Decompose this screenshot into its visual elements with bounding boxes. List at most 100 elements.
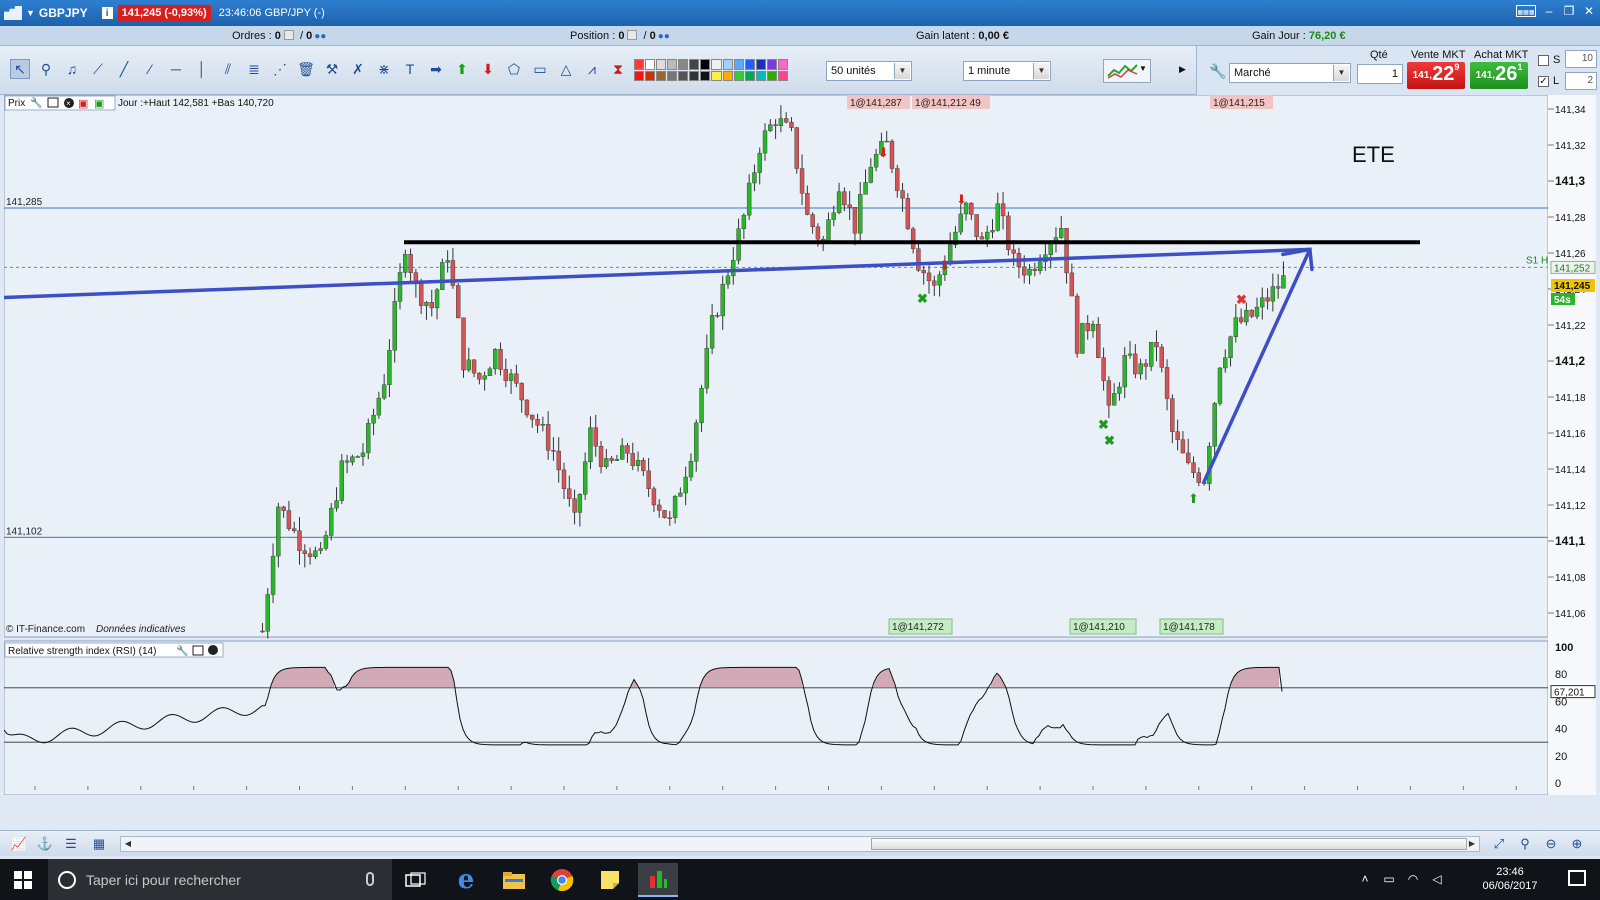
candle-body[interactable] bbox=[789, 121, 794, 128]
arrow-right-tool-icon[interactable]: ➡ bbox=[426, 59, 446, 79]
candle-body[interactable] bbox=[477, 372, 482, 380]
sticky-notes-icon[interactable] bbox=[590, 863, 630, 897]
candle-body[interactable] bbox=[540, 424, 546, 426]
regression-tool-icon[interactable]: ⋰ bbox=[270, 59, 290, 79]
candle-body[interactable] bbox=[1170, 398, 1175, 432]
candle-body[interactable] bbox=[704, 347, 710, 389]
wifi-icon[interactable]: ◠ bbox=[1406, 872, 1420, 886]
candle-body[interactable] bbox=[508, 373, 514, 381]
candle-body[interactable] bbox=[783, 118, 789, 123]
candle-body[interactable] bbox=[355, 456, 360, 458]
color-swatch[interactable] bbox=[755, 70, 766, 81]
chart-style-button[interactable]: ▼ bbox=[1103, 59, 1151, 83]
candle-body[interactable] bbox=[1143, 363, 1149, 367]
candle-body[interactable] bbox=[1148, 342, 1154, 367]
candle-body[interactable] bbox=[561, 469, 567, 490]
candle-body[interactable] bbox=[1249, 309, 1254, 317]
color-swatch[interactable] bbox=[689, 70, 700, 81]
candle-body[interactable] bbox=[1022, 266, 1027, 276]
color-swatch[interactable] bbox=[667, 70, 678, 81]
zoom-range-icon[interactable]: ⚲ bbox=[1516, 835, 1534, 853]
sell-marker-icon[interactable]: ⬇ bbox=[878, 145, 889, 160]
candle-body[interactable] bbox=[805, 193, 810, 215]
candle-body[interactable] bbox=[926, 272, 932, 282]
candle-body[interactable] bbox=[746, 182, 752, 216]
windows-start-icon[interactable] bbox=[14, 871, 32, 889]
chart-down-icon[interactable]: ▣ bbox=[78, 98, 88, 110]
candle-body[interactable] bbox=[826, 219, 831, 243]
candle-body[interactable] bbox=[408, 254, 413, 273]
channel-tool-icon[interactable]: ⫽ bbox=[218, 59, 238, 79]
candle-body[interactable] bbox=[339, 460, 345, 501]
horizontal-scrollbar[interactable]: ◀ ▶ bbox=[120, 836, 1480, 852]
candle-body[interactable] bbox=[1154, 342, 1159, 348]
candle-body[interactable] bbox=[424, 302, 429, 306]
text-tool-icon[interactable]: T bbox=[400, 59, 420, 79]
color-swatch[interactable] bbox=[678, 59, 689, 70]
candle-body[interactable] bbox=[757, 152, 762, 173]
candle-body[interactable] bbox=[270, 555, 276, 595]
segment-tool-icon[interactable]: ╱ bbox=[114, 59, 134, 79]
candle-body[interactable] bbox=[604, 458, 609, 467]
scroll-right-icon[interactable]: ▶ bbox=[1465, 837, 1479, 851]
candle-body[interactable] bbox=[910, 228, 916, 249]
candle-body[interactable] bbox=[1281, 275, 1286, 289]
candle-body[interactable] bbox=[1059, 228, 1064, 238]
candle-body[interactable] bbox=[598, 446, 604, 467]
color-swatch[interactable] bbox=[766, 70, 777, 81]
buy-marker-icon[interactable]: ⬆ bbox=[1188, 491, 1199, 506]
symbol-name[interactable]: GBPJPY bbox=[39, 6, 88, 20]
candle-body[interactable] bbox=[699, 387, 704, 424]
candle-body[interactable] bbox=[715, 315, 720, 317]
candle-body[interactable] bbox=[567, 488, 572, 499]
tools-settings-icon[interactable]: ⚒ bbox=[322, 59, 342, 79]
timeframe-dropdown-icon[interactable]: ▼ bbox=[1033, 63, 1049, 79]
candle-body[interactable] bbox=[1244, 309, 1249, 323]
sell-market-button[interactable]: 141,229 bbox=[1407, 62, 1465, 89]
candle-body[interactable] bbox=[969, 202, 974, 215]
color-swatch[interactable] bbox=[634, 59, 645, 70]
candle-body[interactable] bbox=[1080, 323, 1085, 354]
candle-body[interactable] bbox=[503, 369, 509, 381]
units-dropdown-icon[interactable]: ▼ bbox=[894, 63, 910, 79]
orders-link-icon[interactable]: ●● bbox=[314, 31, 326, 42]
candle-body[interactable] bbox=[286, 510, 292, 529]
candle-body[interactable] bbox=[863, 182, 868, 195]
candle-body[interactable] bbox=[297, 530, 302, 551]
candle-body[interactable] bbox=[609, 458, 614, 461]
candle-body[interactable] bbox=[646, 470, 651, 489]
restore-icon[interactable]: ❐ bbox=[1562, 4, 1576, 18]
candle-body[interactable] bbox=[403, 254, 408, 273]
trade-label[interactable]: 1@141,178 bbox=[1163, 622, 1215, 633]
candle-body[interactable] bbox=[662, 510, 667, 518]
candle-body[interactable] bbox=[916, 248, 921, 271]
candle-body[interactable] bbox=[1069, 272, 1075, 297]
candle-body[interactable] bbox=[868, 166, 874, 183]
candle-body[interactable] bbox=[921, 270, 926, 274]
taskbar-search[interactable]: Taper ici pour rechercher bbox=[48, 859, 392, 900]
color-swatch[interactable] bbox=[645, 59, 656, 70]
candle-body[interactable] bbox=[519, 383, 524, 401]
pattern-tool-icon[interactable]: ⧗ bbox=[608, 59, 628, 79]
candle-body[interactable] bbox=[1101, 357, 1106, 381]
candle-body[interactable] bbox=[1223, 357, 1228, 369]
candle-body[interactable] bbox=[1164, 367, 1170, 399]
candle-body[interactable] bbox=[799, 168, 805, 194]
indicators-icon[interactable]: ▦ bbox=[90, 835, 108, 853]
candle-body[interactable] bbox=[530, 414, 535, 420]
sell-marker-icon[interactable]: ⬇ bbox=[956, 192, 967, 207]
notifications-icon[interactable] bbox=[1568, 870, 1586, 886]
candle-body[interactable] bbox=[900, 190, 905, 199]
candle-body[interactable] bbox=[773, 124, 778, 126]
color-swatch[interactable] bbox=[733, 59, 744, 70]
color-swatch[interactable] bbox=[777, 70, 788, 81]
candle-body[interactable] bbox=[815, 226, 821, 240]
volume-icon[interactable]: ◁ bbox=[1430, 872, 1444, 886]
candle-body[interactable] bbox=[1260, 297, 1265, 308]
position-link-icon[interactable]: ●● bbox=[658, 31, 670, 42]
candle-body[interactable] bbox=[313, 550, 318, 557]
candle-body[interactable] bbox=[1074, 295, 1080, 354]
candle-body[interactable] bbox=[688, 460, 694, 478]
candle-body[interactable] bbox=[905, 198, 911, 230]
rsi-close-icon[interactable] bbox=[208, 645, 218, 655]
